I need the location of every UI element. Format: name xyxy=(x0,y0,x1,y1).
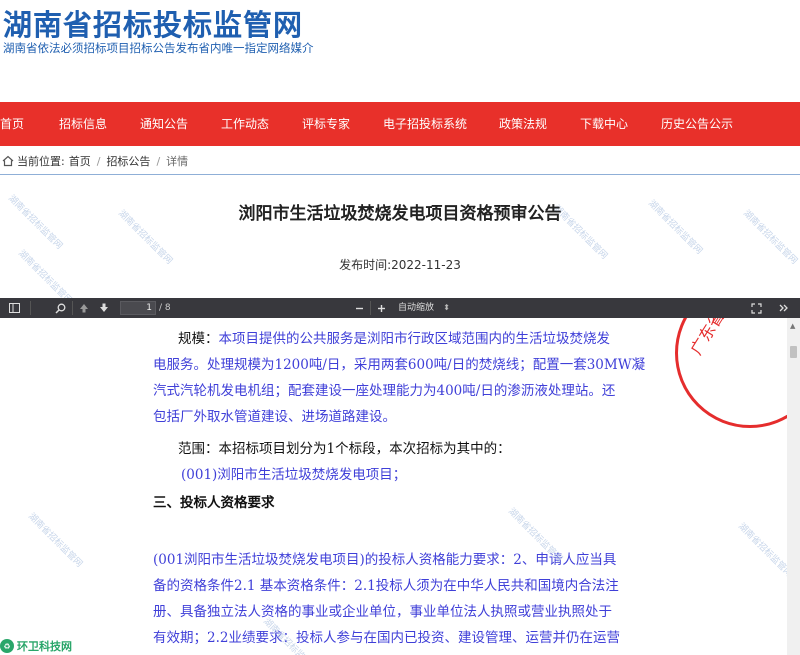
recycle-icon: ♻ xyxy=(0,639,14,653)
search-icon[interactable] xyxy=(52,300,68,316)
article-title: 浏阳市生活垃圾焚烧发电项目资格预审公告 xyxy=(238,204,562,224)
toolbar-separator xyxy=(72,301,73,315)
pdf-text-line: 包括厂外取水管道建设、进场道路建设。 xyxy=(153,409,396,425)
pdf-text-line: 备的资格条件2.1 基本资格条件：2.1投标人须为在中华人民共和国境内合法注 xyxy=(153,578,619,594)
nav-item-experts[interactable]: 评标专家 xyxy=(302,102,350,146)
page-total: / 8 xyxy=(159,303,171,313)
pdf-label-range: 范围： xyxy=(178,441,219,457)
pdf-toolbar: 1 / 8 自动缩放 ⬍ xyxy=(0,298,800,318)
scroll-up-icon[interactable]: ▲ xyxy=(790,322,795,330)
breadcrumb-home[interactable]: 首页 xyxy=(69,153,91,169)
watermark: 湖南省招标监管网 xyxy=(735,521,787,580)
page-number-input[interactable]: 1 xyxy=(120,301,156,315)
publish-time: 发布时间:2022-11-23 xyxy=(339,258,461,272)
chevron-updown-icon: ⬍ xyxy=(443,303,450,312)
breadcrumb-separator: / xyxy=(96,154,101,168)
arrow-down-icon[interactable] xyxy=(96,300,112,316)
scrollbar-thumb[interactable] xyxy=(790,346,797,358)
zoom-select[interactable]: 自动缩放 ⬍ xyxy=(393,300,455,316)
nav-item-bidding-info[interactable]: 招标信息 xyxy=(59,102,107,146)
pdf-range-text: 本招标项目划分为1个标段，本次招标为其中的： xyxy=(218,441,511,457)
pdf-viewer: 1 / 8 自动缩放 ⬍ 广东省 规模：本项目提供的公共服务是浏阳市行政区域范围… xyxy=(0,298,800,655)
pdf-scrollbar[interactable]: ▲ xyxy=(787,318,800,655)
toolbar-separator xyxy=(30,301,31,315)
pdf-section-heading: 三、投标人资格要求 xyxy=(153,495,275,511)
pdf-text-line: 册、具备独立法人资格的事业或企业单位，事业单位法人执照或营业执照处于 xyxy=(153,604,612,620)
pdf-cropped-line xyxy=(153,318,157,327)
pdf-page: 广东省 规模：本项目提供的公共服务是浏阳市行政区域范围内的生活垃圾焚烧发 电服务… xyxy=(0,318,787,655)
more-tools-icon[interactable] xyxy=(776,300,792,316)
main-nav: 首页 招标信息 通知公告 工作动态 评标专家 电子招投标系统 政策法规 下载中心… xyxy=(0,102,800,146)
nav-item-notices[interactable]: 通知公告 xyxy=(140,102,188,146)
arrow-up-icon[interactable] xyxy=(76,300,92,316)
site-subtitle: 湖南省依法必须招标项目招标公告发布省内唯一指定网络媒介 xyxy=(3,41,314,55)
breadcrumb-prefix: 当前位置: xyxy=(17,155,65,168)
nav-item-e-bidding-system[interactable]: 电子招投标系统 xyxy=(383,102,467,146)
nav-item-policies[interactable]: 政策法规 xyxy=(499,102,547,146)
zoom-select-value: 自动缩放 xyxy=(398,303,435,313)
sidebar-toggle-icon[interactable] xyxy=(6,300,22,316)
site-title[interactable]: 湖南省招标投标监管网 xyxy=(3,2,303,44)
breadcrumb-separator: / xyxy=(156,154,161,168)
zoom-out-icon[interactable] xyxy=(352,300,366,316)
home-icon xyxy=(2,155,14,167)
pdf-scale-text: 本项目提供的公共服务是浏阳市行政区域范围内的生活垃圾焚烧发 xyxy=(218,331,611,347)
breadcrumb-section[interactable]: 招标公告 xyxy=(106,153,150,169)
pdf-text-line: 有效期；2.2业绩要求：投标人参与在国内已投资、建设管理、运营并仍在运营 xyxy=(153,630,620,646)
footer-logo-text: 环卫科技网 xyxy=(17,640,72,653)
pdf-text-line: 汽式汽轮机发电机组；配套建设一座处理能力为400吨/日的渗沥液处理站。还 xyxy=(153,383,616,399)
site-header: 湖南省招标投标监管网 湖南省依法必须招标项目招标公告发布省内唯一指定网络媒介 xyxy=(0,0,800,102)
toolbar-separator xyxy=(370,301,371,315)
pdf-text-line: 规模：本项目提供的公共服务是浏阳市行政区域范围内的生活垃圾焚烧发 xyxy=(178,326,610,352)
breadcrumb-divider xyxy=(0,174,800,175)
pdf-text-line: 电服务。处理规模为1200吨/日，采用两套600吨/日的焚烧线；配置一套30MW… xyxy=(153,357,646,373)
pdf-text-line: (001)浏阳市生活垃圾焚烧发电项目； xyxy=(181,467,407,483)
footer-logo: ♻ 环卫科技网 xyxy=(0,637,72,655)
pdf-label-scale: 规模： xyxy=(178,331,219,347)
nav-item-home[interactable]: 首页 xyxy=(0,102,24,146)
pdf-text-line: 范围：本招标项目划分为1个标段，本次招标为其中的： xyxy=(178,436,511,462)
breadcrumb: 当前位置: 首页 / 招标公告 / 详情 xyxy=(0,150,800,172)
zoom-in-icon[interactable] xyxy=(374,300,388,316)
nav-item-history[interactable]: 历史公告公示 xyxy=(661,102,733,146)
nav-item-work-news[interactable]: 工作动态 xyxy=(221,102,269,146)
watermark: 湖南省招标监管网 xyxy=(25,511,84,570)
nav-item-downloads[interactable]: 下载中心 xyxy=(580,102,628,146)
fullscreen-icon[interactable] xyxy=(748,300,764,316)
pdf-text-line: (001浏阳市生活垃圾焚烧发电项目)的投标人资格能力要求：2、申请人应当具 xyxy=(153,552,617,568)
breadcrumb-current: 详情 xyxy=(166,155,189,168)
